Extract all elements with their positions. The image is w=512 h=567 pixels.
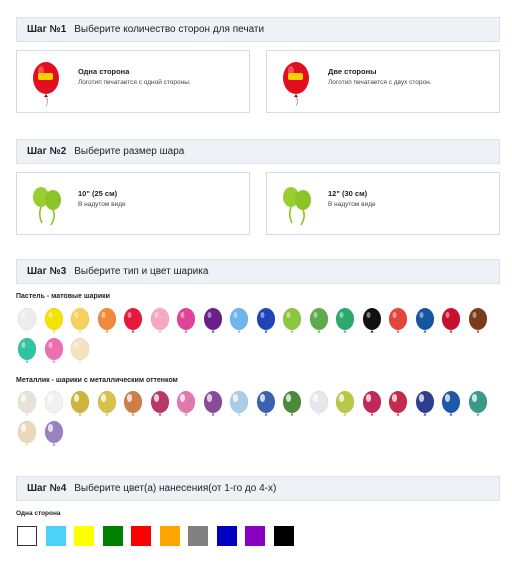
step1-number: Шаг №1: [27, 24, 67, 35]
pastel-balloon-20[interactable]: [43, 337, 65, 367]
option-size-12[interactable]: 12" (30 см) В надутом виде: [266, 172, 500, 235]
option-size-10-desc: В надутом виде: [78, 201, 126, 208]
option-one-side-title: Одна сторона: [78, 67, 130, 76]
metallic-balloon-2[interactable]: [43, 390, 65, 420]
pastel-balloon-16[interactable]: [414, 307, 436, 337]
pastel-balloon-10[interactable]: [255, 307, 277, 337]
metallic-balloon-20[interactable]: [43, 420, 65, 450]
balloon-pair-icon: [283, 187, 311, 226]
color-swatch-5[interactable]: [131, 526, 151, 546]
step4-header: Шаг №4 Выберите цвет(а) нанесения(от 1-г…: [16, 476, 500, 501]
metallic-balloon-12[interactable]: [308, 390, 330, 420]
color-swatch-9[interactable]: [245, 526, 265, 546]
option-size-12-desc: В надутом виде: [328, 201, 376, 208]
logo-balloon-icon: [33, 62, 59, 107]
pastel-balloon-4[interactable]: [96, 307, 118, 337]
color-swatch-7[interactable]: [188, 526, 208, 546]
logo-balloon-icon: [283, 62, 309, 107]
option-one-side-desc: Логотип печатается с одной стороны.: [78, 79, 191, 86]
metallic-balloon-1[interactable]: [16, 390, 38, 420]
pastel-balloon-3[interactable]: [69, 307, 91, 337]
step2-header: Шаг №2 Выберите размер шара: [16, 139, 500, 164]
step2-number: Шаг №2: [27, 146, 67, 157]
pastel-balloon-7[interactable]: [175, 307, 197, 337]
metallic-balloon-9[interactable]: [228, 390, 250, 420]
step3-header: Шаг №3 Выберите тип и цвет шарика: [16, 259, 500, 284]
pastel-balloon-21[interactable]: [69, 337, 91, 367]
pastel-balloon-12[interactable]: [308, 307, 330, 337]
metallic-balloon-15[interactable]: [387, 390, 409, 420]
step3-number: Шаг №3: [27, 266, 67, 277]
color-swatch-8[interactable]: [216, 526, 237, 546]
step2-title: Выберите размер шара: [74, 146, 185, 157]
pastel-balloon-grid: [16, 307, 496, 367]
metallic-balloon-grid: [16, 390, 496, 450]
metallic-balloon-16[interactable]: [414, 390, 436, 420]
step4-title: Выберите цвет(а) нанесения(от 1-го до 4-…: [74, 483, 277, 494]
pastel-balloon-17[interactable]: [440, 307, 462, 337]
metallic-balloon-14[interactable]: [361, 390, 383, 420]
pastel-balloon-5[interactable]: [122, 307, 144, 337]
color-swatch-6[interactable]: [159, 526, 180, 546]
metallic-balloon-11[interactable]: [281, 390, 303, 420]
pastel-balloon-9[interactable]: [228, 307, 250, 337]
pastel-balloon-19[interactable]: [16, 337, 38, 367]
metallic-balloon-3[interactable]: [69, 390, 91, 420]
balloon-pair-icon: [33, 187, 61, 226]
option-two-sides[interactable]: Две стороны Логотип печатается с двух ст…: [266, 50, 500, 113]
metallic-balloon-13[interactable]: [334, 390, 356, 420]
metallic-balloon-10[interactable]: [255, 390, 277, 420]
step1-header: Шаг №1 Выберите количество сторон для пе…: [16, 17, 500, 42]
color-swatch-3[interactable]: [74, 526, 94, 546]
metallic-balloon-18[interactable]: [467, 390, 489, 420]
metallic-balloon-7[interactable]: [175, 390, 197, 420]
option-size-10-title: 10" (25 см): [78, 189, 118, 198]
option-two-sides-desc: Логотип печатается с двух сторон.: [328, 79, 432, 86]
option-size-10[interactable]: 10" (25 см) В надутом виде: [16, 172, 250, 235]
metallic-balloon-6[interactable]: [149, 390, 171, 420]
color-swatch-2[interactable]: [45, 526, 66, 546]
pastel-balloon-1[interactable]: [16, 307, 38, 337]
metallic-balloon-5[interactable]: [122, 390, 144, 420]
step3-title: Выберите тип и цвет шарика: [74, 266, 209, 277]
step1-title: Выберите количество сторон для печати: [74, 24, 265, 35]
pastel-label: Пастель - матовые шарики: [16, 293, 110, 300]
metallic-balloon-4[interactable]: [96, 390, 118, 420]
metallic-label: Металлик - шарики с металлическим оттенк…: [16, 377, 178, 384]
pastel-balloon-13[interactable]: [334, 307, 356, 337]
metallic-balloon-8[interactable]: [202, 390, 224, 420]
side-label: Одна сторона: [16, 510, 61, 517]
pastel-balloon-15[interactable]: [387, 307, 409, 337]
pastel-balloon-18[interactable]: [467, 307, 489, 337]
color-swatch-1[interactable]: [17, 526, 37, 546]
pastel-balloon-14[interactable]: [361, 307, 383, 337]
pastel-balloon-8[interactable]: [202, 307, 224, 337]
metallic-balloon-19[interactable]: [16, 420, 38, 450]
option-size-12-title: 12" (30 см): [328, 189, 368, 198]
pastel-balloon-11[interactable]: [281, 307, 303, 337]
color-swatch-10[interactable]: [273, 526, 294, 546]
option-two-sides-title: Две стороны: [328, 67, 377, 76]
pastel-balloon-6[interactable]: [149, 307, 171, 337]
color-swatch-4[interactable]: [102, 526, 123, 546]
pastel-balloon-2[interactable]: [43, 307, 65, 337]
step4-number: Шаг №4: [27, 483, 67, 494]
print-color-swatches: [16, 526, 306, 550]
metallic-balloon-17[interactable]: [440, 390, 462, 420]
option-one-side[interactable]: Одна сторона Логотип печатается с одной …: [16, 50, 250, 113]
